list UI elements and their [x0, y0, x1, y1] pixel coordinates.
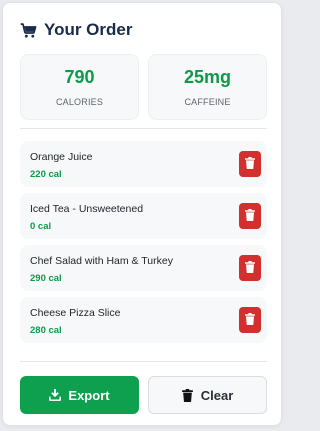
trash-icon [245, 312, 255, 328]
item-calories: 290 cal [30, 273, 62, 284]
trash-icon [182, 389, 194, 402]
download-icon [49, 388, 62, 402]
export-label: Export [68, 387, 110, 403]
delete-item-button[interactable] [239, 203, 261, 229]
delete-item-button[interactable] [239, 151, 261, 177]
item-name: Cheese Pizza Slice [30, 307, 121, 319]
nutrition-summary: 790 CALORIES 25mg CAFFEINE [20, 54, 267, 120]
item-name: Iced Tea - Unsweetened [30, 203, 144, 215]
trash-icon [245, 208, 255, 224]
item-name: Orange Juice [30, 151, 93, 163]
trash-icon [245, 260, 255, 276]
order-panel: Your Order 790 CALORIES 25mg CAFFEINE Or… [2, 2, 282, 426]
item-calories: 0 cal [30, 221, 52, 232]
item-name: Chef Salad with Ham & Turkey [30, 255, 173, 267]
list-item: Cheese Pizza Slice 280 cal [20, 297, 267, 343]
list-item: Chef Salad with Ham & Turkey 290 cal [20, 245, 267, 291]
divider [20, 361, 267, 362]
page-title: Your Order [44, 20, 133, 39]
export-button[interactable]: Export [20, 376, 139, 414]
list-item: Iced Tea - Unsweetened 0 cal [20, 193, 267, 239]
order-actions: Export Clear [20, 376, 267, 414]
caffeine-value: 25mg [183, 66, 232, 87]
trash-icon [245, 156, 255, 172]
order-item-list: Orange Juice 220 cal Iced Tea - Unsweete… [20, 141, 267, 349]
caffeine-stat: 25mg CAFFEINE [148, 54, 267, 120]
calories-stat: 790 CALORIES [20, 54, 139, 120]
order-header: Your Order [20, 20, 132, 40]
cart-icon [20, 22, 37, 39]
calories-label: CALORIES [55, 96, 104, 107]
caffeine-label: CAFFEINE [184, 96, 231, 107]
item-calories: 220 cal [30, 169, 62, 180]
clear-button[interactable]: Clear [148, 376, 267, 414]
list-item: Orange Juice 220 cal [20, 141, 267, 187]
delete-item-button[interactable] [239, 255, 261, 281]
item-calories: 280 cal [30, 325, 62, 336]
delete-item-button[interactable] [239, 307, 261, 333]
calories-value: 790 [64, 66, 95, 87]
clear-label: Clear [200, 387, 234, 403]
divider [20, 128, 267, 129]
